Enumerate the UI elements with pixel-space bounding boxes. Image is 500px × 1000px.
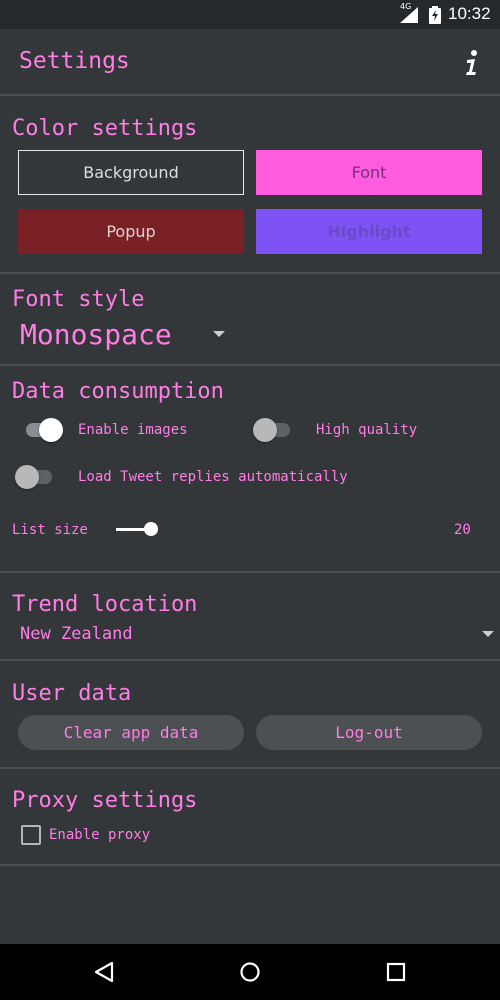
load-replies-label: Load Tweet replies automatically: [78, 469, 348, 485]
recents-icon[interactable]: [385, 961, 407, 983]
highlight-color-button[interactable]: Highlight: [256, 209, 482, 254]
switch-thumb: [253, 418, 277, 442]
trend-location-title: Trend location: [12, 592, 198, 617]
proxy-settings-title: Proxy settings: [12, 788, 198, 813]
data-consumption-title: Data consumption: [12, 379, 224, 404]
app-bar: Settings: [0, 29, 500, 95]
divider: [0, 571, 500, 573]
divider: [0, 864, 500, 866]
home-icon[interactable]: [239, 961, 261, 983]
chevron-down-icon[interactable]: [213, 331, 225, 337]
page-title: Settings: [19, 48, 130, 74]
divider: [0, 767, 500, 769]
list-size-label: List size: [12, 522, 88, 538]
popup-color-button[interactable]: Popup: [18, 209, 244, 254]
load-replies-switch[interactable]: [15, 465, 55, 489]
enable-images-switch[interactable]: [23, 418, 63, 442]
status-bar: 4G 10:32: [0, 0, 500, 29]
clear-app-data-button[interactable]: Clear app data: [18, 715, 244, 750]
divider: [0, 364, 500, 366]
trend-location-dropdown[interactable]: New Zealand: [20, 624, 133, 644]
logout-button[interactable]: Log-out: [256, 715, 482, 750]
enable-proxy-checkbox[interactable]: [21, 825, 41, 845]
enable-images-label: Enable images: [78, 422, 188, 438]
battery-icon: [429, 6, 441, 24]
enable-proxy-label: Enable proxy: [49, 827, 151, 843]
high-quality-switch[interactable]: [253, 418, 293, 442]
font-style-dropdown[interactable]: Monospace: [20, 318, 172, 351]
font-color-button[interactable]: Font: [256, 150, 482, 195]
list-size-value: 20: [454, 522, 471, 538]
high-quality-label: High quality: [316, 422, 418, 438]
user-data-title: User data: [12, 681, 132, 706]
clock: 10:32: [448, 4, 491, 23]
background-color-button[interactable]: Background: [18, 150, 244, 195]
back-icon[interactable]: [93, 961, 115, 983]
navigation-bar: [0, 944, 500, 1000]
color-settings-title: Color settings: [12, 116, 198, 141]
divider: [0, 94, 500, 96]
divider: [0, 659, 500, 661]
list-size-slider-thumb[interactable]: [144, 522, 158, 536]
switch-thumb: [15, 465, 39, 489]
chevron-down-icon[interactable]: [482, 631, 494, 637]
info-icon[interactable]: [462, 49, 482, 77]
signal-icon: [400, 7, 418, 23]
switch-thumb: [39, 418, 63, 442]
font-style-title: Font style: [12, 287, 145, 312]
divider: [0, 272, 500, 274]
